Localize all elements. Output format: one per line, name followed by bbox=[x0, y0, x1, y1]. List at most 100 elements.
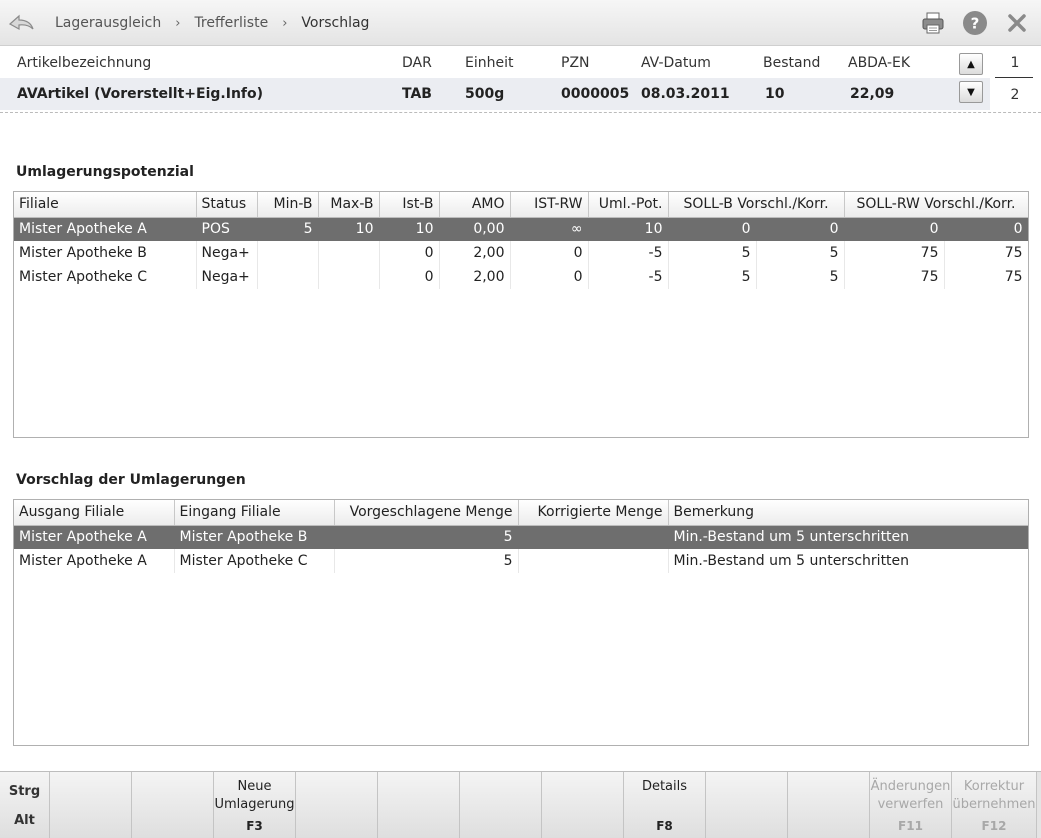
table-row[interactable]: Mister Apotheke A POS 5 10 10 0,00 ∞ 10 … bbox=[14, 217, 1028, 241]
col-vorgeschlagene-menge[interactable]: Vorgeschlagene Menge bbox=[334, 500, 519, 526]
function-key-f5[interactable] bbox=[378, 772, 460, 838]
page-down-button[interactable]: ▼ bbox=[959, 81, 983, 103]
function-key-f2[interactable] bbox=[132, 772, 214, 838]
article-abda-ek: 22,09 bbox=[850, 86, 895, 102]
details-button[interactable]: Details F8 bbox=[624, 772, 706, 838]
cell-soll-b-vorschl: 0 bbox=[668, 217, 757, 241]
section-title-potenzial: Umlagerungspotenzial bbox=[16, 164, 194, 180]
cell-ist-rw: ∞ bbox=[510, 217, 589, 241]
breadcrumb-item-trefferliste[interactable]: Trefferliste bbox=[194, 15, 268, 31]
aenderungen-verwerfen-button[interactable]: Änderungen verwerfen F11 bbox=[870, 772, 952, 838]
back-arrow-icon[interactable] bbox=[6, 9, 38, 37]
table-row[interactable]: Mister Apotheke A Mister Apotheke B 5 Mi… bbox=[14, 525, 1028, 549]
col-soll-rw[interactable]: SOLL-RW Vorschl./Korr. bbox=[844, 192, 1028, 218]
cell-ist-b: 10 bbox=[379, 217, 440, 241]
key-f12: F12 bbox=[981, 819, 1007, 833]
table-row[interactable]: Mister Apotheke C Nega+ 0 2,00 0 -5 5 5 … bbox=[14, 265, 1028, 289]
korrektur-uebernehmen-button[interactable]: Korrektur übernehmen F12 bbox=[952, 772, 1037, 838]
col-bemerkung[interactable]: Bemerkung bbox=[668, 500, 1028, 526]
col-header-bestand: Bestand bbox=[763, 55, 821, 71]
separator bbox=[0, 112, 1041, 113]
cell-soll-rw-korr[interactable]: 75 bbox=[944, 241, 1028, 265]
details-label: Details bbox=[641, 779, 688, 794]
cell-uml-pot: -5 bbox=[588, 265, 669, 289]
page-up-button[interactable]: ▲ bbox=[959, 53, 983, 75]
cell-ist-rw: 0 bbox=[510, 241, 589, 265]
cell-ist-b: 0 bbox=[379, 241, 440, 265]
col-header-pzn: PZN bbox=[561, 55, 590, 71]
cell-soll-b-vorschl: 5 bbox=[668, 265, 757, 289]
korrektur-uebernehmen-label: Korrektur übernehmen bbox=[952, 779, 1036, 812]
breadcrumb-item-lagerausgleich[interactable]: Lagerausgleich bbox=[55, 15, 161, 31]
cell-soll-rw-korr[interactable]: 0 bbox=[944, 217, 1028, 241]
title-bar: Lagerausgleich › Trefferliste › Vorschla… bbox=[0, 0, 1041, 46]
cell-max-b bbox=[318, 241, 380, 265]
col-eingang-filiale[interactable]: Eingang Filiale bbox=[174, 500, 335, 526]
col-amo[interactable]: AMO bbox=[439, 192, 511, 218]
function-key-f10[interactable] bbox=[788, 772, 870, 838]
vorschlag-header-row: Ausgang Filiale Eingang Filiale Vorgesch… bbox=[14, 500, 1028, 526]
potenzial-table: Filiale Status Min-B Max-B Ist-B AMO IST… bbox=[13, 191, 1029, 438]
potenzial-header-row: Filiale Status Min-B Max-B Ist-B AMO IST… bbox=[14, 192, 1028, 218]
cell-soll-rw-vorschl: 75 bbox=[844, 241, 945, 265]
article-bestand: 10 bbox=[765, 86, 785, 102]
cell-amo: 0,00 bbox=[439, 217, 511, 241]
breadcrumb-separator-icon: › bbox=[175, 15, 181, 31]
table-row[interactable]: Mister Apotheke A Mister Apotheke C 5 Mi… bbox=[14, 549, 1028, 573]
cell-filiale: Mister Apotheke B bbox=[14, 241, 197, 265]
article-av-datum: 08.03.2011 bbox=[641, 86, 730, 102]
col-korrigierte-menge[interactable]: Korrigierte Menge bbox=[518, 500, 669, 526]
table-row[interactable]: Mister Apotheke B Nega+ 0 2,00 0 -5 5 5 … bbox=[14, 241, 1028, 265]
page-divider bbox=[995, 77, 1033, 78]
function-key-f1[interactable] bbox=[50, 772, 132, 838]
function-key-f4[interactable] bbox=[296, 772, 378, 838]
function-key-bar: Strg Alt Neue Umlagerung F3 Details F8 Änd… bbox=[0, 771, 1041, 838]
function-key-f7[interactable] bbox=[542, 772, 624, 838]
cell-status: Nega+ bbox=[196, 241, 258, 265]
section-title-vorschlag: Vorschlag der Umlagerungen bbox=[16, 472, 246, 488]
modifier-key-toggle[interactable]: Strg Alt bbox=[0, 772, 50, 838]
cell-ist-rw: 0 bbox=[510, 265, 589, 289]
cell-soll-b-korr[interactable]: 5 bbox=[756, 265, 845, 289]
aenderungen-verwerfen-label: Änderungen verwerfen bbox=[870, 779, 951, 812]
cell-bemerkung: Min.-Bestand um 5 unterschritten bbox=[668, 549, 1028, 573]
col-ist-b[interactable]: Ist-B bbox=[379, 192, 440, 218]
close-icon[interactable] bbox=[1004, 10, 1030, 36]
neue-umlagerung-button[interactable]: Neue Umlagerung F3 bbox=[214, 772, 296, 838]
col-ist-rw[interactable]: IST-RW bbox=[510, 192, 589, 218]
breadcrumb-separator-icon: › bbox=[282, 15, 288, 31]
article-name: AVArtikel (Vorerstellt+Eig.Info) bbox=[17, 86, 264, 102]
col-header-av-datum: AV-Datum bbox=[641, 55, 711, 71]
cell-min-b bbox=[257, 265, 319, 289]
cell-filiale: Mister Apotheke A bbox=[14, 217, 197, 241]
col-uml-pot[interactable]: Uml.-Pot. bbox=[588, 192, 669, 218]
printer-icon[interactable] bbox=[920, 10, 946, 36]
cell-status: POS bbox=[196, 217, 258, 241]
page-current: 1 bbox=[1010, 55, 1020, 71]
cell-korrigiert[interactable] bbox=[518, 549, 669, 573]
cell-min-b: 5 bbox=[257, 217, 319, 241]
cell-soll-rw-korr[interactable]: 75 bbox=[944, 265, 1028, 289]
article-header: Artikelbezeichnung DAR Einheit PZN AV-Da… bbox=[0, 46, 1041, 78]
cell-korrigiert[interactable] bbox=[518, 525, 669, 549]
col-header-abda-ek: ABDA-EK bbox=[848, 55, 911, 71]
col-status[interactable]: Status bbox=[196, 192, 258, 218]
cell-soll-b-korr[interactable]: 5 bbox=[756, 241, 845, 265]
article-row[interactable]: AVArtikel (Vorerstellt+Eig.Info) TAB 500… bbox=[0, 78, 990, 110]
cell-amo: 2,00 bbox=[439, 241, 511, 265]
help-icon[interactable]: ? bbox=[962, 10, 988, 36]
cell-eingang: Mister Apotheke B bbox=[174, 525, 335, 549]
cell-uml-pot: -5 bbox=[588, 241, 669, 265]
col-min-b[interactable]: Min-B bbox=[257, 192, 319, 218]
col-header-dar: DAR bbox=[402, 55, 432, 71]
col-ausgang-filiale[interactable]: Ausgang Filiale bbox=[14, 500, 175, 526]
modifier-alt: Alt bbox=[14, 812, 35, 828]
function-key-f6[interactable] bbox=[460, 772, 542, 838]
col-soll-b[interactable]: SOLL-B Vorschl./Korr. bbox=[668, 192, 845, 218]
col-filiale[interactable]: Filiale bbox=[14, 192, 197, 218]
modifier-strg: Strg bbox=[8, 784, 41, 800]
cell-soll-b-korr[interactable]: 0 bbox=[756, 217, 845, 241]
col-max-b[interactable]: Max-B bbox=[318, 192, 380, 218]
key-f3: F3 bbox=[246, 819, 263, 833]
function-key-f9[interactable] bbox=[706, 772, 788, 838]
